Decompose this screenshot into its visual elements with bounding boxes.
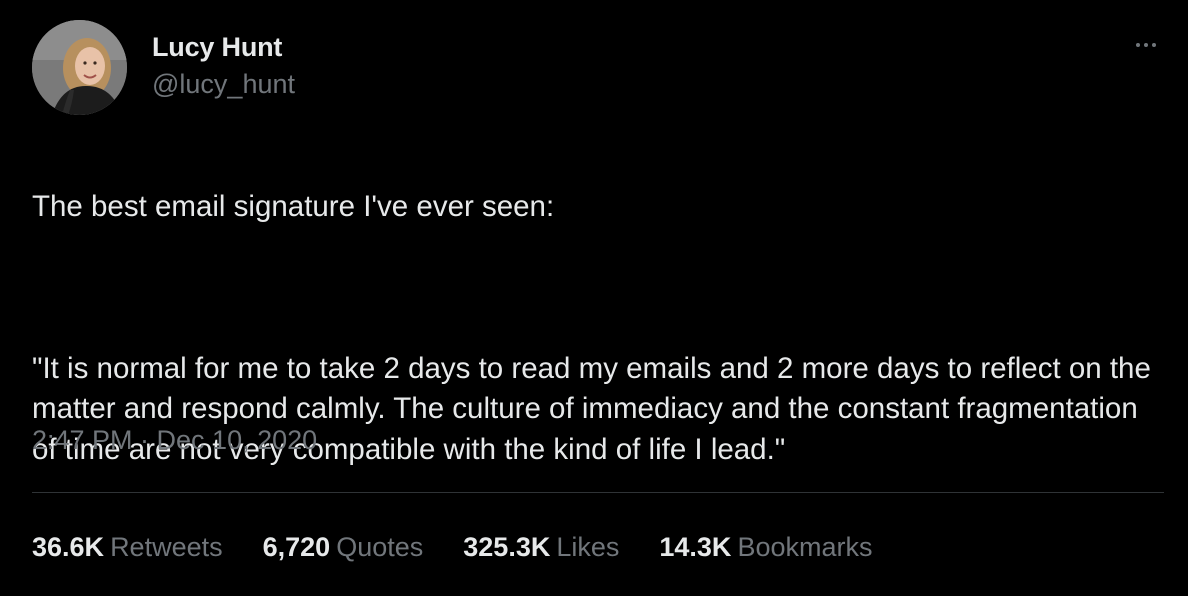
more-dot [1152,43,1156,47]
engagement-stats: 36.6K Retweets 6,720 Quotes 325.3K Likes 14… [32,528,912,566]
more-dot [1144,43,1148,47]
stat-quotes[interactable]: 6,720 Quotes [263,528,424,566]
avatar[interactable] [32,20,127,115]
stat-label: Quotes [336,532,424,562]
stat-value: 6,720 [262,532,331,562]
divider [32,492,1164,493]
tweet-card: Lucy Hunt @lucy_hunt The best email sign… [0,0,1188,596]
stat-bookmarks[interactable]: 14.3K Bookmarks [659,528,872,566]
stat-label: Likes [556,532,620,562]
tweet-text-spacer [32,268,1167,309]
stat-likes[interactable]: 325.3K Likes [463,528,619,566]
tweet-timestamp[interactable]: 2:47 PM · Dec 10, 2020 [32,420,317,460]
display-name[interactable]: Lucy Hunt [152,30,295,64]
author-block: Lucy Hunt @lucy_hunt [152,30,295,102]
stat-value: 36.6K [32,532,105,562]
user-handle[interactable]: @lucy_hunt [152,66,295,102]
more-horizontal-icon [1136,43,1140,47]
stat-value: 325.3K [463,532,551,562]
tweet-text-intro: The best email signature I've ever seen: [32,189,555,223]
stat-label: Retweets [110,532,223,562]
stat-label: Bookmarks [737,532,873,562]
profile-photo-icon [32,20,127,115]
stat-value: 14.3K [659,532,732,562]
more-options-button[interactable] [1126,30,1166,60]
stat-retweets[interactable]: 36.6K Retweets [32,528,223,566]
